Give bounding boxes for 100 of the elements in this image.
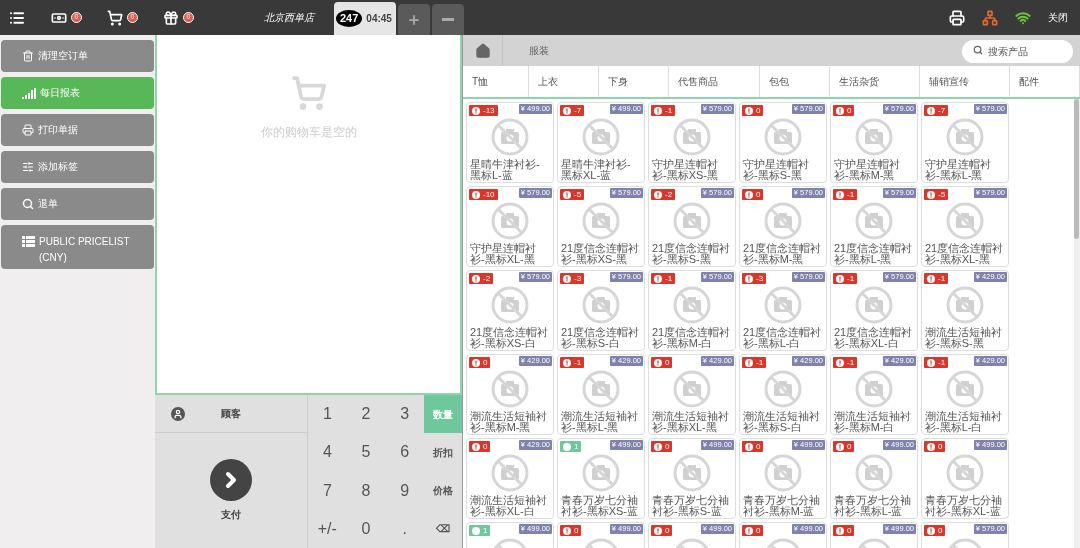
stock-badge: -1 (742, 357, 767, 368)
stock-badge: 0 (469, 357, 491, 368)
product-name: 守护星连帽衬衫-黑标M-黑 (833, 159, 901, 181)
no-image-icon (945, 453, 985, 493)
scrollbar[interactable] (1074, 99, 1080, 548)
product-name: 潮流生活短袖衬衫-黑标M-黑 (469, 411, 548, 433)
alert-icon (563, 106, 571, 115)
stock-badge: 0 (469, 441, 491, 452)
alert-icon (472, 274, 480, 283)
stock-badge: -1 (833, 189, 858, 200)
product-name: 守护星连帽衬衫-黑标L-黑 (924, 159, 992, 181)
alert-icon (654, 442, 662, 451)
no-image-icon (945, 117, 985, 157)
no-image-icon (581, 369, 621, 409)
product-name: 21度信念连帽衬衫-黑标M-黑 (742, 243, 823, 265)
product-name: 守护星连帽衬衫-黑标XL-黑 (469, 243, 537, 265)
alert-icon (836, 526, 844, 535)
product-name: 21度信念连帽衬衫-黑标L-白 (742, 327, 823, 349)
alert-icon (654, 358, 662, 367)
stock-badge: -7 (560, 105, 585, 116)
alert-icon (927, 526, 935, 535)
no-image-icon (945, 285, 985, 325)
product-name: 21度信念连帽衬衫-黑标L-黑 (833, 243, 914, 265)
alert-icon (745, 526, 753, 535)
product-name: 星晴牛津衬衫-黑标L-蓝 (469, 159, 541, 181)
stock-badge: -3 (742, 273, 767, 284)
no-image-icon (854, 117, 894, 157)
no-image-icon (490, 369, 530, 409)
stock-badge: 0 (742, 189, 764, 200)
no-image-icon (763, 453, 803, 493)
stock-badge: 0 (924, 441, 946, 452)
product-name: 潮流生活短袖衬衫-黑标L-白 (924, 411, 1003, 433)
alert-icon (927, 274, 935, 283)
no-image-icon (854, 285, 894, 325)
stock-badge: -10 (469, 189, 498, 200)
stock-badge: -1 (833, 273, 858, 284)
no-image-icon (581, 117, 621, 157)
alert-icon (836, 106, 844, 115)
no-image-icon (763, 285, 803, 325)
alert-icon (836, 274, 844, 283)
menu-icon[interactable] (9, 9, 25, 26)
add-order-button[interactable] (398, 4, 430, 35)
alert-icon (745, 358, 753, 367)
search-icon (973, 45, 983, 55)
network-icon[interactable] (982, 9, 998, 26)
stock-badge: -2 (651, 189, 676, 200)
order-tab[interactable]: 247 04:45 (334, 2, 396, 35)
alert-icon (472, 358, 480, 367)
remove-order-button[interactable] (432, 4, 464, 35)
signal-bars-icon (22, 87, 36, 99)
dot-icon (472, 526, 480, 535)
alert-icon (927, 106, 935, 115)
product-name: 青春万岁七分袖衬衫-黑标XL-蓝 (924, 495, 1003, 517)
stock-badge: -1 (924, 357, 949, 368)
stock-badge: 0 (924, 525, 946, 536)
product-name: 21度信念连帽衬衫-黑标XS-白 (469, 327, 550, 349)
close-link[interactable]: 关闭 (1048, 10, 1068, 25)
cart-icon (290, 75, 327, 111)
stock-badge: -1 (833, 357, 858, 368)
no-image-icon (854, 453, 894, 493)
search-field[interactable]: 搜索产品 (962, 40, 1073, 63)
stock-badge: -1 (560, 357, 585, 368)
product-name: 21度信念连帽衬衫-黑标XS-黑 (560, 243, 641, 265)
stock-badge: -5 (924, 189, 949, 200)
stock-badge: 0 (742, 105, 764, 116)
product-name: 21度信念连帽衬衫-黑标XL-黑 (924, 243, 1005, 265)
product-name: 青春万岁七分袖衬衫-黑标L-蓝 (833, 495, 912, 517)
product-name: 潮流生活短袖衬衫-黑标L-黑 (560, 411, 639, 433)
alert-icon (927, 442, 935, 451)
user-icon (171, 406, 185, 421)
no-image-icon (945, 201, 985, 241)
alert-icon (927, 190, 935, 199)
search-icon (22, 198, 34, 210)
no-image-icon (763, 201, 803, 241)
product-name: 青春万岁七分袖衬衫-黑标S-蓝 (651, 495, 730, 517)
breadcrumb-item[interactable]: 服装 (529, 43, 549, 58)
stock-badge: 0 (742, 525, 764, 536)
stock-badge: 0 (560, 525, 582, 536)
alert-icon (563, 358, 571, 367)
wifi-icon[interactable] (1015, 9, 1031, 26)
product-name: 潮流生活短袖衬衫-黑标S-白 (742, 411, 821, 433)
stock-badge: -1 (651, 273, 676, 284)
alert-icon (472, 442, 480, 451)
stock-badge: -2 (469, 273, 494, 284)
stock-badge: 1 (560, 441, 582, 452)
store-name: 北京西单店 (264, 11, 314, 25)
alert-icon (836, 442, 844, 451)
alert-icon (654, 190, 662, 199)
stock-badge: 0 (833, 441, 855, 452)
printer-icon[interactable] (949, 9, 965, 26)
product-name: 潮流生活短袖衬衫-黑标M-白 (833, 411, 912, 433)
gift-icon[interactable] (163, 9, 179, 26)
alert-icon (745, 442, 753, 451)
product-name: 潮流生活短袖衬衫-黑标XL-黑 (651, 411, 730, 433)
stock-badge: -7 (924, 105, 949, 116)
alert-icon (472, 190, 480, 199)
stock-badge: 0 (651, 357, 673, 368)
cart-icon[interactable] (107, 9, 123, 26)
stock-badge: -1 (651, 105, 676, 116)
product-name: 青春万岁七分袖衬衫-黑标M-蓝 (742, 495, 821, 517)
